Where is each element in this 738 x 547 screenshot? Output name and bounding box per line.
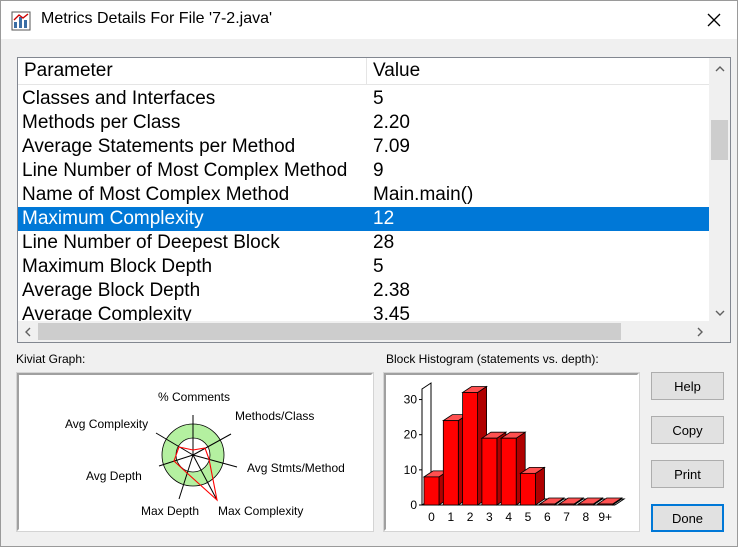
histogram-bar (520, 472, 536, 506)
close-icon (707, 13, 721, 27)
histogram-bar (481, 437, 498, 506)
metrics-dialog: Metrics Details For File '7-2.java' Para… (0, 0, 738, 547)
table-row[interactable]: Classes and Interfaces 5 (18, 87, 710, 111)
scroll-left-button[interactable] (18, 321, 38, 342)
table-row[interactable]: Maximum Block Depth 5 (18, 255, 710, 279)
y-tick-label: 0 (410, 498, 417, 512)
value-cell: 9 (373, 160, 384, 181)
y-tick-label: 10 (404, 463, 418, 477)
chevron-right-icon (697, 327, 703, 336)
histogram-bar (462, 392, 478, 506)
table-header: Parameter Value (18, 58, 710, 85)
app-icon (11, 11, 31, 31)
table-row[interactable]: Maximum Complexity 12 (18, 207, 710, 231)
scroll-up-button[interactable] (709, 58, 730, 79)
parameter-cell: Line Number of Most Complex Method (22, 160, 348, 181)
kiviat-graph-label: Kiviat Graph: (16, 352, 86, 366)
parameter-cell: Maximum Complexity (22, 208, 204, 229)
histogram-bar (577, 503, 594, 506)
x-tick-label: 9+ (598, 510, 612, 524)
parameter-cell: Name of Most Complex Method (22, 184, 290, 205)
x-tick-label: 4 (505, 510, 512, 524)
table-row[interactable]: Line Number of Most Complex Method 9 (18, 159, 710, 183)
column-header-value[interactable]: Value (367, 58, 710, 84)
parameter-cell: Classes and Interfaces (22, 88, 216, 109)
parameter-cell: Average Complexity (22, 304, 192, 323)
x-tick-label: 3 (486, 510, 493, 524)
histogram-bar (442, 420, 459, 506)
histogram-bar (558, 503, 575, 506)
vertical-scrollbar[interactable] (709, 58, 730, 323)
vertical-scroll-thumb[interactable] (711, 120, 728, 160)
close-button[interactable] (691, 1, 737, 39)
histogram-panel: 0 10 20 30 0 1 2 3 4 5 6 7 8 9+ (384, 373, 639, 531)
metrics-table[interactable]: Parameter Value Classes and Interfaces 5 M… (17, 57, 731, 343)
table-row[interactable]: Average Statements per Method 7.09 (18, 135, 710, 159)
x-tick-label: 5 (525, 510, 532, 524)
copy-button[interactable]: Copy (651, 416, 724, 444)
parameter-cell: Maximum Block Depth (22, 256, 213, 277)
kiviat-axis-methods-class: Methods/Class (235, 409, 314, 423)
chevron-left-icon (25, 327, 31, 336)
horizontal-scrollbar[interactable] (18, 321, 710, 342)
value-cell: 5 (373, 88, 384, 109)
kiviat-graph-panel: % Comments Methods/Class Avg Stmts/Metho… (17, 373, 373, 531)
x-tick-label: 2 (467, 510, 474, 524)
kiviat-graph: % Comments Methods/Class Avg Stmts/Metho… (65, 390, 345, 518)
chevron-up-icon (715, 65, 724, 71)
y-tick-label: 30 (404, 393, 418, 407)
chevron-down-icon (715, 310, 724, 316)
x-tick-label: 0 (428, 510, 435, 524)
scroll-down-button[interactable] (709, 302, 730, 323)
block-histogram: 01020300 1 2 3 4 5 6 7 8 9+ (404, 382, 626, 524)
done-button[interactable]: Done (651, 504, 724, 532)
print-button[interactable]: Print (651, 460, 724, 488)
table-row[interactable]: Average Block Depth 2.38 (18, 279, 710, 303)
y-tick-label: 20 (404, 428, 418, 442)
x-tick-label: 7 (563, 510, 570, 524)
kiviat-axis-max-depth: Max Depth (141, 504, 199, 518)
title-bar: Metrics Details For File '7-2.java' (1, 1, 737, 39)
table-row[interactable]: Average Complexity 3.45 (18, 303, 710, 323)
value-cell: 2.20 (373, 112, 410, 133)
value-cell: 28 (373, 232, 395, 253)
bar-side (535, 466, 545, 506)
value-cell: 7.09 (373, 136, 410, 157)
value-cell: 12 (373, 208, 395, 229)
table-row[interactable]: Methods per Class 2.20 (18, 111, 710, 135)
scrollbar-corner (709, 321, 730, 342)
histogram-label: Block Histogram (statements vs. depth): (386, 352, 599, 366)
value-cell: 3.45 (373, 304, 410, 323)
value-cell: 5 (373, 256, 384, 277)
x-tick-label: 6 (544, 510, 551, 524)
histogram-bar (597, 503, 614, 506)
x-tick-label: 1 (447, 510, 454, 524)
kiviat-axis-avg-stmts: Avg Stmts/Method (247, 461, 345, 475)
horizontal-scroll-thumb[interactable] (38, 323, 621, 340)
value-cell: 2.38 (373, 280, 410, 301)
parameter-cell: Line Number of Deepest Block (22, 232, 280, 253)
parameter-cell: Average Statements per Method (22, 136, 296, 157)
histogram-bar (500, 437, 517, 506)
x-tick-label: 8 (583, 510, 590, 524)
kiviat-axis-avg-depth: Avg Depth (86, 469, 142, 483)
histogram-bar (423, 476, 440, 506)
help-button[interactable]: Help (651, 372, 724, 400)
table-row[interactable]: Line Number of Deepest Block 28 (18, 231, 710, 255)
kiviat-axis-avg-complexity: Avg Complexity (65, 417, 148, 431)
column-header-parameter[interactable]: Parameter (18, 58, 367, 84)
histogram-bar (539, 503, 556, 506)
value-cell: Main.main() (373, 184, 474, 205)
scroll-right-button[interactable] (690, 321, 710, 342)
table-body: Classes and Interfaces 5 Methods per Class… (18, 87, 710, 323)
kiviat-axis-max-complexity: Max Complexity (218, 504, 303, 518)
parameter-cell: Average Block Depth (22, 280, 201, 301)
parameter-cell: Methods per Class (22, 112, 181, 133)
window-title: Metrics Details For File '7-2.java' (41, 10, 273, 27)
kiviat-axis-comments: % Comments (158, 390, 230, 404)
table-row[interactable]: Name of Most Complex Method Main.main() (18, 183, 710, 207)
